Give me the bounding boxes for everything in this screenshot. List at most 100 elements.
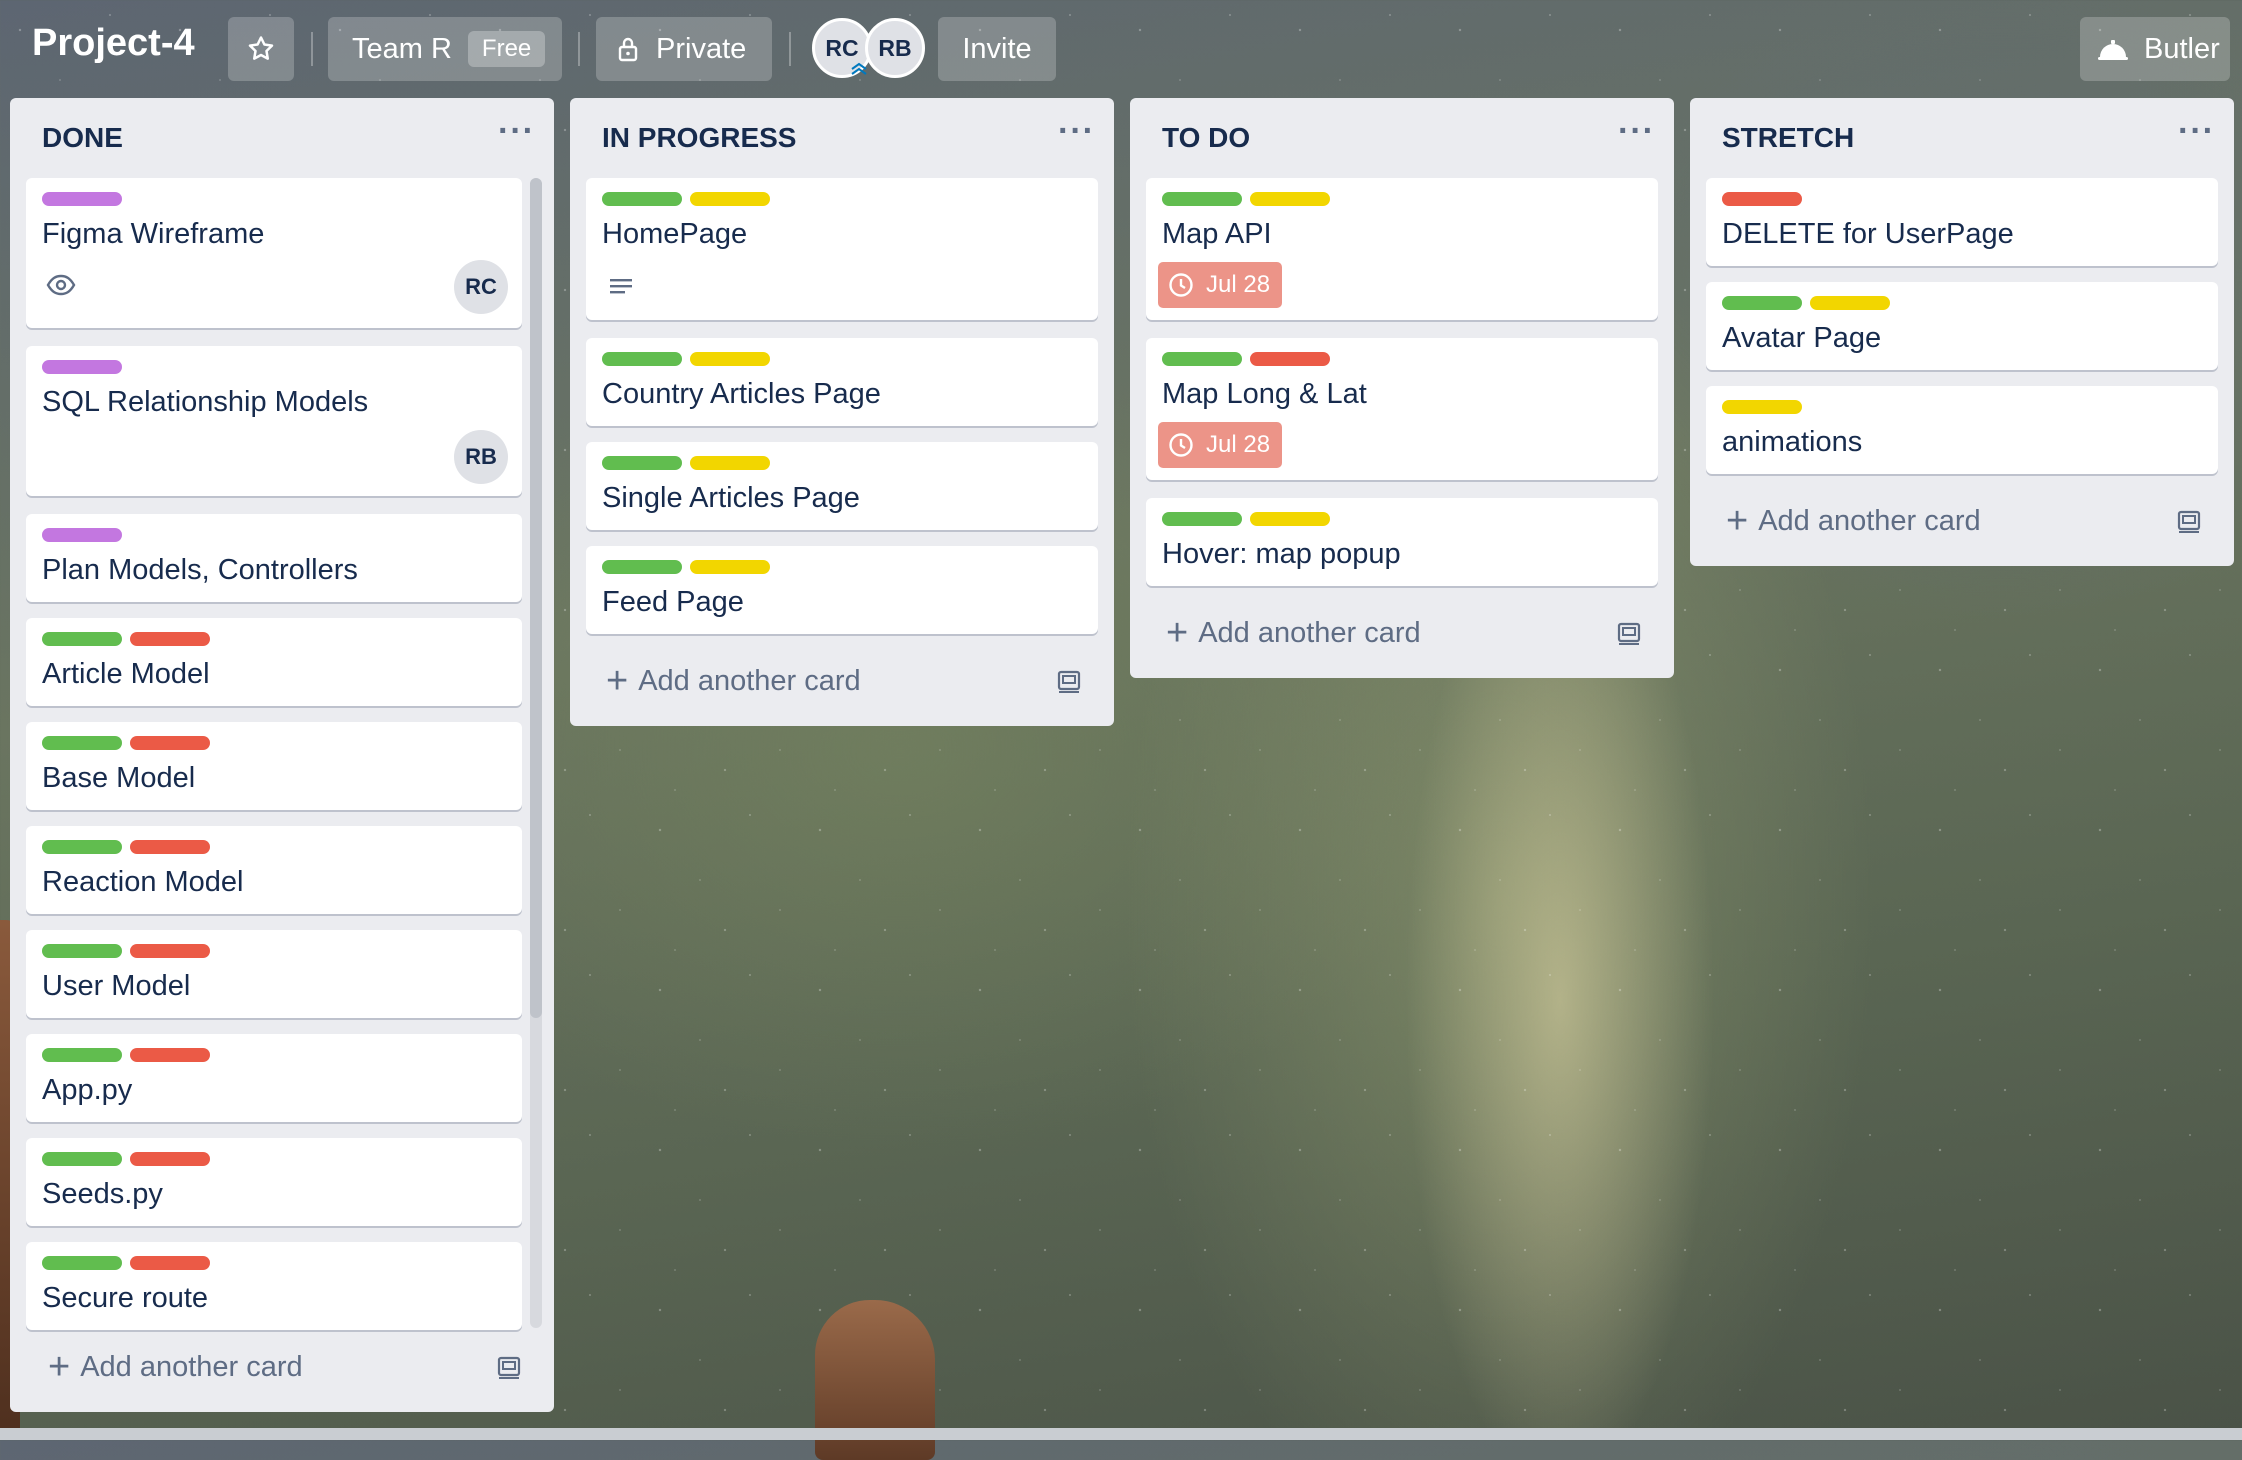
label-green[interactable] <box>602 560 682 574</box>
label-green[interactable] <box>42 944 122 958</box>
label-green[interactable] <box>1162 512 1242 526</box>
card-base-model[interactable]: Base Model <box>26 722 522 810</box>
label-purple[interactable] <box>42 360 122 374</box>
list-menu-button[interactable]: ··· <box>1058 112 1095 151</box>
horizontal-scrollbar[interactable] <box>0 1428 2242 1440</box>
list-title[interactable]: IN PROGRESS <box>602 122 796 154</box>
card-secure-route[interactable]: Secure route <box>26 1242 522 1330</box>
card-delete-for-userpage[interactable]: DELETE for UserPage <box>1706 178 2218 266</box>
team-button[interactable]: Team R Free <box>328 17 562 81</box>
card-title: Base Model <box>42 762 196 794</box>
label-green[interactable] <box>42 1152 122 1166</box>
card-member-avatar[interactable]: RB <box>454 430 508 484</box>
label-green[interactable] <box>42 840 122 854</box>
card-member-avatar[interactable]: RC <box>454 260 508 314</box>
label-green[interactable] <box>602 192 682 206</box>
label-red[interactable] <box>130 1256 210 1270</box>
card-template-icon[interactable] <box>1056 668 1082 694</box>
card-sql-relationship-models[interactable]: SQL Relationship Models RB <box>26 346 522 496</box>
list-menu-button[interactable]: ··· <box>1618 112 1655 151</box>
card-seeds-py[interactable]: Seeds.py <box>26 1138 522 1226</box>
plus-icon: + <box>1166 612 1189 654</box>
card-template-icon[interactable] <box>2176 508 2202 534</box>
card-plan-models-controllers[interactable]: Plan Models, Controllers <box>26 514 522 602</box>
card-feed-page[interactable]: Feed Page <box>586 546 1098 634</box>
label-yellow[interactable] <box>1250 192 1330 206</box>
list-scrollbar-thumb[interactable] <box>530 178 542 1018</box>
star-icon <box>248 36 274 60</box>
label-yellow[interactable] <box>690 352 770 366</box>
label-red[interactable] <box>130 1152 210 1166</box>
butler-button[interactable]: Butler <box>2080 17 2230 81</box>
label-yellow[interactable] <box>1810 296 1890 310</box>
label-green[interactable] <box>42 1048 122 1062</box>
star-button[interactable] <box>228 17 294 81</box>
card-title: Single Articles Page <box>602 482 860 514</box>
card-hover-map-popup[interactable]: Hover: map popup <box>1146 498 1658 586</box>
card-article-model[interactable]: Article Model <box>26 618 522 706</box>
card-template-icon[interactable] <box>1616 620 1642 646</box>
label-yellow[interactable] <box>690 192 770 206</box>
card-animations[interactable]: animations <box>1706 386 2218 474</box>
card-map-long-lat[interactable]: Map Long & Lat Jul 28 <box>1146 338 1658 480</box>
card-title: Hover: map popup <box>1162 538 1401 570</box>
card-app-py[interactable]: App.py <box>26 1034 522 1122</box>
card-title: Figma Wireframe <box>42 218 265 250</box>
label-red[interactable] <box>130 840 210 854</box>
board-title[interactable]: Project-4 <box>32 22 195 65</box>
add-card-button[interactable]: + Add another card <box>48 1348 303 1386</box>
add-card-label: Add another card <box>80 1350 303 1383</box>
label-green[interactable] <box>42 736 122 750</box>
card-country-articles-page[interactable]: Country Articles Page <box>586 338 1098 426</box>
list-menu-button[interactable]: ··· <box>2178 112 2215 151</box>
plan-badge: Free <box>467 31 546 67</box>
label-red[interactable] <box>130 736 210 750</box>
add-card-button[interactable]: + Add another card <box>1166 614 1421 652</box>
label-green[interactable] <box>602 456 682 470</box>
invite-button[interactable]: Invite <box>938 17 1056 81</box>
board-header: Project-4 Team R Free Private RC RB Invi… <box>0 0 2242 100</box>
add-card-label: Add another card <box>1198 616 1421 649</box>
card-single-articles-page[interactable]: Single Articles Page <box>586 442 1098 530</box>
label-red[interactable] <box>130 1048 210 1062</box>
due-date-label: Jul 28 <box>1206 431 1271 458</box>
member-avatar-rb[interactable]: RB <box>865 18 925 78</box>
due-date-badge[interactable]: Jul 28 <box>1158 262 1283 308</box>
label-green[interactable] <box>602 352 682 366</box>
label-yellow[interactable] <box>690 560 770 574</box>
label-green[interactable] <box>1722 296 1802 310</box>
visibility-label: Private <box>656 32 747 65</box>
header-divider <box>789 32 791 66</box>
label-red[interactable] <box>1250 352 1330 366</box>
label-red[interactable] <box>130 944 210 958</box>
label-green[interactable] <box>42 1256 122 1270</box>
butler-label: Butler <box>2144 32 2220 65</box>
add-card-button[interactable]: + Add another card <box>606 662 861 700</box>
card-template-icon[interactable] <box>496 1354 522 1380</box>
label-purple[interactable] <box>42 528 122 542</box>
list-menu-button[interactable]: ··· <box>498 112 535 151</box>
label-yellow[interactable] <box>690 456 770 470</box>
card-homepage[interactable]: HomePage <box>586 178 1098 320</box>
card-labels <box>42 944 210 958</box>
list-title[interactable]: STRETCH <box>1722 122 1854 154</box>
label-yellow[interactable] <box>1722 400 1802 414</box>
label-green[interactable] <box>1162 192 1242 206</box>
label-red[interactable] <box>1722 192 1802 206</box>
card-reaction-model[interactable]: Reaction Model <box>26 826 522 914</box>
label-green[interactable] <box>1162 352 1242 366</box>
label-green[interactable] <box>42 632 122 646</box>
list-title[interactable]: TO DO <box>1162 122 1250 154</box>
label-yellow[interactable] <box>1250 512 1330 526</box>
card-figma-wireframe[interactable]: Figma Wireframe RC <box>26 178 522 328</box>
visibility-button[interactable]: Private <box>596 17 772 81</box>
card-avatar-page[interactable]: Avatar Page <box>1706 282 2218 370</box>
card-user-model[interactable]: User Model <box>26 930 522 1018</box>
label-purple[interactable] <box>42 192 122 206</box>
label-red[interactable] <box>130 632 210 646</box>
card-map-api[interactable]: Map API Jul 28 <box>1146 178 1658 320</box>
due-date-badge[interactable]: Jul 28 <box>1158 422 1283 468</box>
list-scrollbar[interactable] <box>530 178 542 1328</box>
add-card-button[interactable]: + Add another card <box>1726 502 1981 540</box>
list-title[interactable]: DONE <box>42 122 123 154</box>
